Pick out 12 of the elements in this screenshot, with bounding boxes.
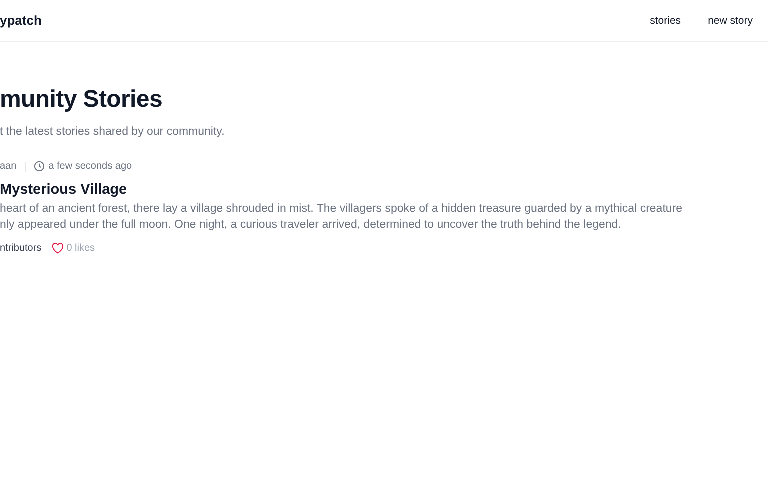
author-name: aan — [0, 161, 17, 172]
story-title[interactable]: Mysterious Village — [0, 182, 768, 198]
clock-icon — [34, 161, 45, 172]
contributors-label: ntributors — [0, 243, 42, 254]
logo-text[interactable]: ypatch — [0, 13, 42, 28]
story-text: nly appeared under the full moon. One night, a curious traveler arrived, determined to uncover the truth behind the legend. — [0, 218, 622, 233]
timestamp: a few seconds ago — [48, 161, 132, 172]
story-text: heart of an ancient forest, there lay a village shrouded in mist. The villagers spoke of a hidden treasure guarded by a mythical creature — [0, 202, 684, 217]
page-title: munity Stories — [0, 86, 164, 114]
page-subtitle: t the latest stories shared by our community. — [0, 126, 226, 138]
nav-link[interactable]: stories — [650, 14, 682, 26]
nav-link[interactable]: new story — [708, 14, 753, 26]
